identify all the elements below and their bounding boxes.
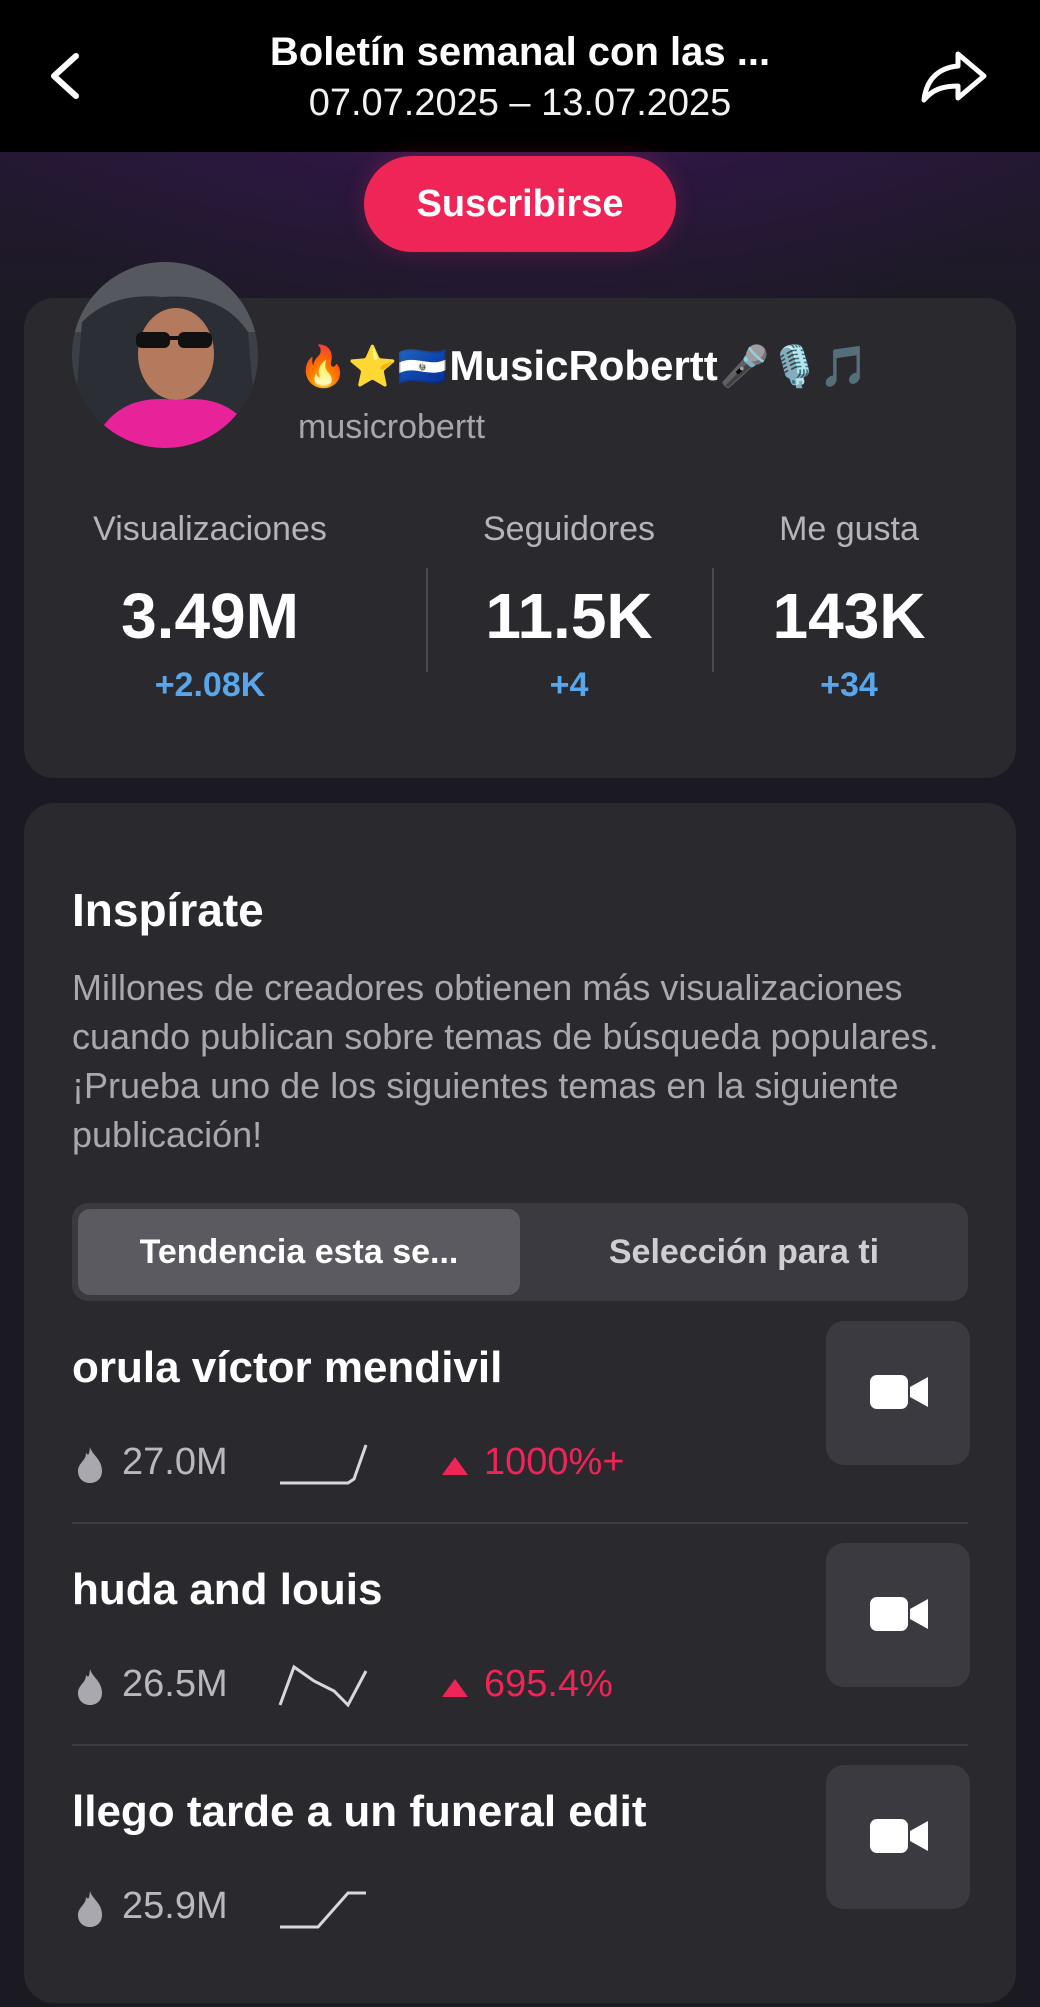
stat-delta: +4 [549,666,589,704]
topic-views: 26.5M [122,1663,228,1705]
share-icon [921,51,987,103]
topic-title: orula víctor mendivil [72,1343,503,1392]
name-prefix-emojis: 🔥⭐🇸🇻 [298,343,448,390]
topic-title: huda and louis [72,1565,383,1614]
topic-tabs: Tendencia esta se... Selección para ti [72,1203,968,1301]
stat-value: 11.5K [485,580,653,652]
stat-value: 143K [772,580,926,652]
stat-divider [426,568,428,672]
video-camera-icon [870,1375,928,1409]
top-bar: Boletín semanal con las ... 07.07.2025 –… [0,0,1040,152]
topic-growth: 1000%+ [484,1441,625,1483]
topic-item[interactable]: huda and louis 26.5M 695.4% [72,1543,970,1785]
name-suffix-emojis: 🎤🎙️🎵 [719,343,870,390]
flame-icon [78,1891,102,1927]
avatar[interactable] [72,262,258,448]
tab-for-you[interactable]: Selección para ti [526,1209,962,1295]
back-arrow-icon [51,53,79,99]
create-video-button[interactable] [826,1543,970,1687]
topic-item[interactable]: llego tarde a un funeral edit 25.9M [72,1765,970,2007]
stat-label: Seguidores [482,510,655,548]
page-title: Boletín semanal con las ... [269,30,771,74]
topic-views: 25.9M [122,1885,228,1927]
avatar-photo [72,262,258,448]
topic-item[interactable]: orula víctor mendivil 27.0M 1000%+ [72,1321,970,1563]
stat-likes: Me gusta 143K +34 [734,510,964,705]
stat-value: 3.49M [121,580,299,652]
stat-delta: +2.08K [154,666,266,704]
topic-growth: 695.4% [484,1663,613,1705]
create-video-button[interactable] [826,1321,970,1465]
back-button[interactable] [40,44,96,108]
sparkline-icon [280,1891,366,1929]
display-name: 🔥⭐🇸🇻 MusicRobertt 🎤🎙️🎵 [298,342,869,390]
stat-label: Visualizaciones [93,510,327,548]
section-description: Millones de creadores obtienen más visua… [72,967,939,1155]
topic-meta: 26.5M 695.4% [72,1661,672,1711]
video-camera-icon [870,1597,928,1631]
sparkline-icon [278,1664,368,1708]
date-range: 07.07.2025 – 13.07.2025 [308,82,732,124]
section-title: Inspírate [72,884,264,936]
tab-trending[interactable]: Tendencia esta se... [78,1209,520,1295]
inspire-card: Inspírate Millones de creadores obtienen… [24,803,1016,2003]
share-button[interactable] [918,44,990,108]
stat-views: Visualizaciones 3.49M +2.08K [90,510,330,705]
stat-followers: Seguidores 11.5K +4 [454,510,684,705]
topic-separator [72,1522,968,1524]
profile-card: 🔥⭐🇸🇻 MusicRobertt 🎤🎙️🎵 musicrobertt Visu… [24,262,1016,778]
topic-views: 27.0M [122,1441,228,1483]
video-camera-icon [870,1819,928,1853]
flame-icon [78,1669,102,1705]
topic-meta: 25.9M [72,1883,672,1933]
stat-delta: +34 [820,666,878,704]
create-video-button[interactable] [826,1765,970,1909]
subscribe-button[interactable]: Suscribirse [364,156,676,252]
display-name-text: MusicRobertt [449,342,718,389]
sparkline-icon [280,1444,368,1485]
topic-meta: 27.0M 1000%+ [72,1439,672,1489]
username: musicrobertt [298,408,486,446]
stat-divider [712,568,714,672]
trend-up-icon [442,1457,468,1475]
stat-label: Me gusta [779,510,919,548]
topic-separator [72,1744,968,1746]
topic-title: llego tarde a un funeral edit [72,1787,647,1836]
trend-up-icon [442,1679,468,1697]
flame-icon [78,1447,102,1483]
